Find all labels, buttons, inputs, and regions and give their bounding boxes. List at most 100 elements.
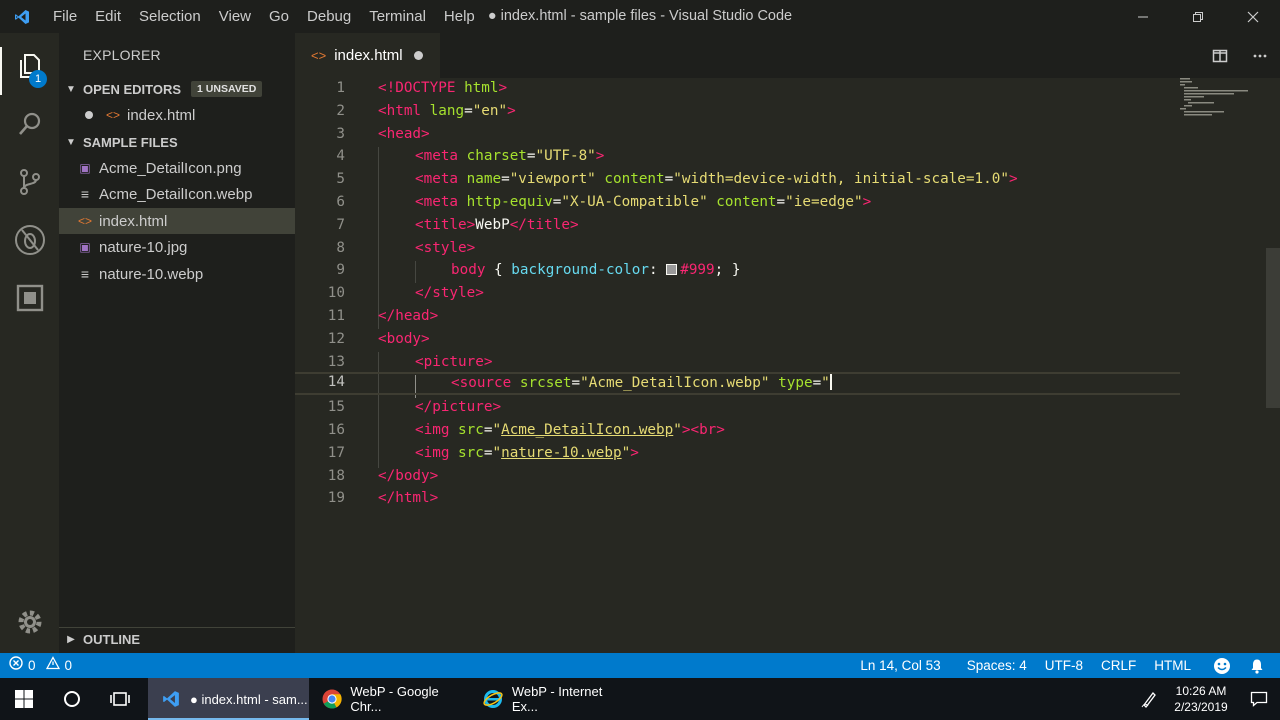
indentation[interactable]: Spaces: 4 <box>958 653 1036 678</box>
encoding[interactable]: UTF-8 <box>1036 653 1092 678</box>
unsaved-dot-icon[interactable] <box>85 111 93 119</box>
more-actions-button[interactable] <box>1240 48 1280 64</box>
code-token: <style> <box>415 240 476 256</box>
clock[interactable]: 10:26 AM 2/23/2019 <box>1164 683 1238 715</box>
open-editors-header[interactable]: ▼ OPEN EDITORS 1 UNSAVED <box>59 77 295 101</box>
code-line: 10 </style> <box>295 283 1180 306</box>
file-item[interactable]: ≡ Acme_DetailIcon.webp <box>59 181 295 207</box>
source-control-activity-button[interactable] <box>0 153 59 211</box>
tab-index-html[interactable]: <> index.html <box>295 33 440 78</box>
unsaved-badge: 1 UNSAVED <box>191 81 263 97</box>
menu-edit[interactable]: Edit <box>86 0 130 33</box>
code-token: <!DOCTYPE <box>378 80 465 96</box>
text-cursor <box>829 374 832 390</box>
code-token: content <box>716 194 777 210</box>
editor-scrollbar[interactable] <box>1266 78 1280 653</box>
explorer-activity-button[interactable]: 1 <box>0 37 59 95</box>
taskbar-app-vscode[interactable]: ● index.html - sam... <box>148 678 309 720</box>
menu-file[interactable]: File <box>44 0 86 33</box>
problems-indicator[interactable]: 0 0 <box>0 653 81 678</box>
text-file-icon: ≡ <box>80 266 90 282</box>
search-activity-button[interactable] <box>0 95 59 153</box>
code-line: 3 <head> <box>295 124 1180 147</box>
html-file-icon: <> <box>105 108 120 122</box>
code-token: = <box>501 171 510 187</box>
code-editor[interactable]: 1 <!DOCTYPE html> 2 <html lang="en"> 3 <hea… <box>295 78 1280 653</box>
cursor-position[interactable]: Ln 14, Col 53 <box>851 653 949 678</box>
code-line: 9 body { background-color: #999; } <box>295 260 1180 283</box>
line-number: 16 <box>327 422 345 438</box>
menu-view[interactable]: View <box>210 0 260 33</box>
code-line: 7 <title>WebP</title> <box>295 215 1180 238</box>
unsaved-dot-icon[interactable] <box>414 51 423 60</box>
cortana-button[interactable] <box>48 678 96 720</box>
code-line: 15 </picture> <box>295 397 1180 420</box>
editor-actions <box>1200 33 1280 78</box>
chevron-down-icon: ▼ <box>66 83 76 95</box>
feedback-smiley-icon[interactable] <box>1204 653 1240 678</box>
taskbar-app-chrome[interactable]: WebP - Google Chr... <box>309 678 470 720</box>
outline-header[interactable]: ▶ OUTLINE <box>59 627 295 651</box>
restore-button[interactable] <box>1170 0 1225 33</box>
line-number: 5 <box>336 171 345 187</box>
line-number: 4 <box>336 148 345 164</box>
language-mode[interactable]: HTML <box>1145 653 1200 678</box>
minimap[interactable] <box>1176 78 1256 118</box>
code-line: 1 <!DOCTYPE html> <box>295 78 1180 101</box>
code-token: " <box>492 422 502 438</box>
code-line: 6 <meta http-equiv = "X-UA-Compatible" cont… <box>295 192 1180 215</box>
settings-activity-button[interactable] <box>0 593 59 651</box>
taskbar-app-ie[interactable]: WebP - Internet Ex... <box>470 678 631 720</box>
menu-help[interactable]: Help <box>435 0 484 33</box>
open-editor-item[interactable]: <> index.html <box>59 102 295 128</box>
start-button[interactable] <box>0 678 48 720</box>
source-control-icon <box>19 169 40 195</box>
open-editors-label: OPEN EDITORS <box>83 81 182 97</box>
code-token: charset <box>466 148 527 164</box>
menu-selection[interactable]: Selection <box>130 0 210 33</box>
menu-terminal[interactable]: Terminal <box>360 0 435 33</box>
code-line: 2 <html lang="en"> <box>295 101 1180 124</box>
cortana-circle-icon <box>64 691 80 707</box>
file-item[interactable]: ▣ Acme_DetailIcon.png <box>59 155 295 181</box>
code-token: </body> <box>378 468 439 484</box>
menu-go[interactable]: Go <box>260 0 298 33</box>
debug-activity-button[interactable] <box>0 211 59 269</box>
task-view-button[interactable] <box>96 678 144 720</box>
editor-tab-bar: <> index.html <box>295 33 1280 78</box>
color-swatch[interactable] <box>666 264 678 275</box>
file-item-selected[interactable]: <> index.html <box>59 208 295 234</box>
split-editor-icon <box>1212 49 1228 62</box>
file-item[interactable]: ≡ nature-10.webp <box>59 261 295 287</box>
line-number: 6 <box>336 194 345 210</box>
taskbar-app-label: WebP - Internet Ex... <box>511 684 603 714</box>
gear-icon <box>18 610 41 634</box>
line-number: 17 <box>327 445 345 461</box>
error-count: 0 <box>28 658 36 673</box>
code-link[interactable]: Acme_DetailIcon.webp <box>501 422 673 438</box>
code-link[interactable]: nature-10.webp <box>501 445 622 461</box>
extensions-activity-button[interactable] <box>0 269 59 327</box>
code-token: " <box>492 445 502 461</box>
scrollbar-thumb[interactable] <box>1266 248 1280 408</box>
internet-explorer-app-icon <box>482 688 504 710</box>
activity-bar: 1 <box>0 33 59 653</box>
notifications-bell-icon[interactable] <box>1240 653 1274 678</box>
line-number: 3 <box>336 126 345 142</box>
code-line: 12 <body> <box>295 329 1180 352</box>
menu-debug[interactable]: Debug <box>298 0 360 33</box>
pen-workspace-icon[interactable] <box>1134 678 1164 720</box>
file-item[interactable]: ▣ nature-10.jpg <box>59 234 295 260</box>
close-window-button[interactable] <box>1225 0 1280 33</box>
minimize-button[interactable] <box>1115 0 1170 33</box>
line-number: 18 <box>327 468 345 484</box>
end-of-line[interactable]: CRLF <box>1092 653 1145 678</box>
folder-label: SAMPLE FILES <box>83 134 178 150</box>
extensions-icon <box>16 284 43 312</box>
line-number: 7 <box>336 217 345 233</box>
system-tray: 10:26 AM 2/23/2019 <box>1134 678 1280 720</box>
sample-files-header[interactable]: ▼ SAMPLE FILES <box>59 130 295 154</box>
action-center-icon[interactable] <box>1238 678 1280 720</box>
split-editor-button[interactable] <box>1200 48 1240 64</box>
error-icon <box>9 653 23 678</box>
